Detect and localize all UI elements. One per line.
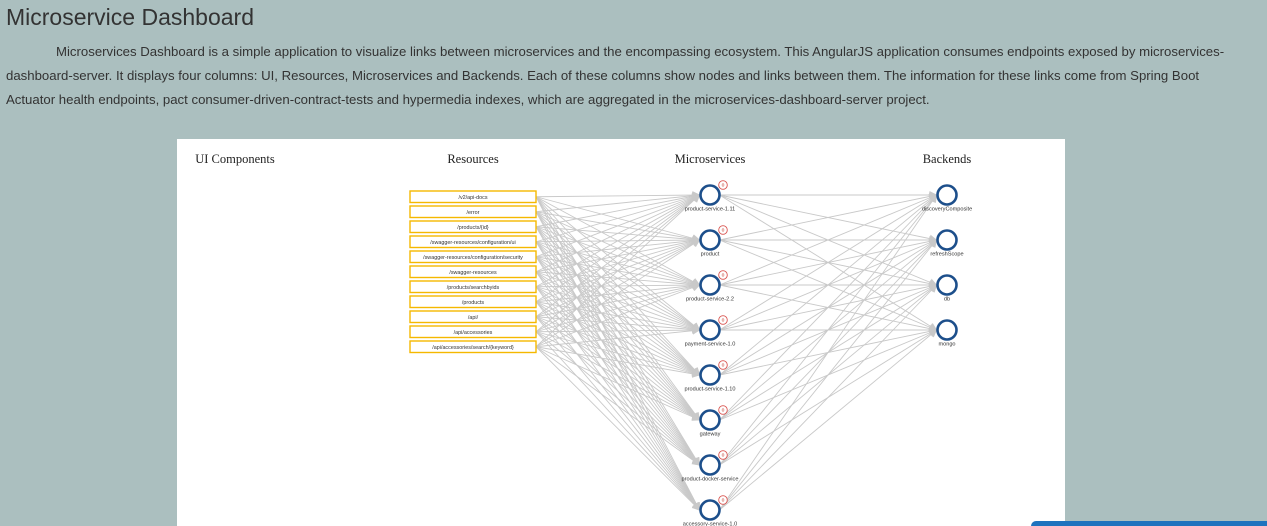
microservice-node[interactable] (699, 364, 721, 386)
column-headers: UI Components Resources Microservices Backe… (195, 152, 971, 166)
link-service-to-backend (719, 194, 938, 511)
resource-label: /v2/api-docs (458, 195, 487, 201)
graph-canvas: UI Components Resources Microservices Backe… (195, 152, 972, 526)
resource-label: /api/accessories/search/{keyword} (432, 345, 514, 351)
microservice-node[interactable] (699, 454, 721, 476)
backend-label: db (944, 297, 950, 303)
link-resource-to-service (535, 191, 701, 200)
resource-label: /swagger-resources (449, 270, 497, 276)
link-resource-to-service (535, 331, 701, 511)
microservice-node[interactable] (699, 229, 721, 251)
backend-nodes: discoveryComposite refreshScope db mongo (922, 184, 972, 348)
link-service-to-backend (719, 194, 938, 421)
microservice-nodes: o product-service-1.11 o product o product-se… (682, 180, 739, 526)
backend-label: discoveryComposite (922, 207, 972, 213)
resource-label: /products/{id} (457, 225, 489, 231)
resource-label: /products/searchbyids (447, 285, 500, 291)
status-badge-label: o (722, 318, 725, 324)
column-header-2: Resources (447, 152, 499, 166)
link-service-to-backend (719, 284, 938, 511)
link-service-to-backend (719, 239, 938, 511)
link-resource-to-service (535, 194, 701, 288)
resource-label: /api/ (468, 315, 479, 321)
backend-node[interactable] (936, 274, 958, 296)
bottom-panel-tab[interactable] (1031, 521, 1267, 526)
microservice-label: product (701, 252, 720, 258)
status-badge-label: o (722, 363, 725, 369)
page-title: Microservice Dashboard (6, 4, 254, 30)
status-badge-label: o (722, 228, 725, 234)
microservice-label: product-service-1.11 (685, 207, 736, 213)
dependency-graph: UI Components Resources Microservices Backe… (177, 139, 1065, 526)
microservice-node[interactable] (699, 499, 721, 521)
backend-node[interactable] (936, 319, 958, 341)
link-resource-to-service (535, 331, 701, 421)
microservice-node[interactable] (699, 184, 721, 206)
link-resource-to-service (535, 346, 701, 511)
resource-label: /error (467, 210, 480, 216)
page-description: Microservices Dashboard is a simple appl… (6, 44, 1225, 107)
link-resource-to-service (535, 331, 701, 466)
status-badge-label: o (722, 183, 725, 189)
microservice-node[interactable] (699, 274, 721, 296)
column-header-1: UI Components (195, 152, 275, 166)
microservice-label: gateway (700, 432, 721, 438)
column-header-4: Backends (923, 152, 972, 166)
resource-nodes: /v2/api-docs/error/products/{id} /swagger… (409, 190, 537, 354)
microservice-node[interactable] (699, 409, 721, 431)
status-badge-label: o (722, 498, 725, 504)
backend-label: refreshScope (930, 252, 963, 258)
backend-node[interactable] (936, 229, 958, 251)
resource-label: /swagger-resources/configuration/securit… (423, 255, 523, 261)
backend-label: mongo (938, 342, 955, 348)
column-header-3: Microservices (675, 152, 746, 166)
status-badge-label: o (722, 453, 725, 459)
status-badge-label: o (722, 408, 725, 414)
microservice-label: product-service-2.2 (686, 297, 734, 303)
resource-label: /api/accessories (454, 330, 493, 336)
link-service-to-backend (719, 329, 938, 511)
microservice-node[interactable] (699, 319, 721, 341)
resource-label: /products (462, 300, 484, 306)
link-resource-to-service (535, 193, 701, 258)
status-badge-label: o (722, 273, 725, 279)
backend-node[interactable] (936, 184, 958, 206)
graph-links (535, 191, 938, 511)
resource-label: /swagger-resources/configuration/ui (430, 240, 515, 246)
microservice-label: product-service-1.10 (685, 387, 736, 393)
microservice-label: payment-service-1.0 (685, 342, 736, 348)
microservice-label: accessory-service-1.0 (683, 522, 737, 526)
microservice-label: product-docker-service (682, 477, 739, 483)
link-resource-to-service (535, 194, 701, 333)
